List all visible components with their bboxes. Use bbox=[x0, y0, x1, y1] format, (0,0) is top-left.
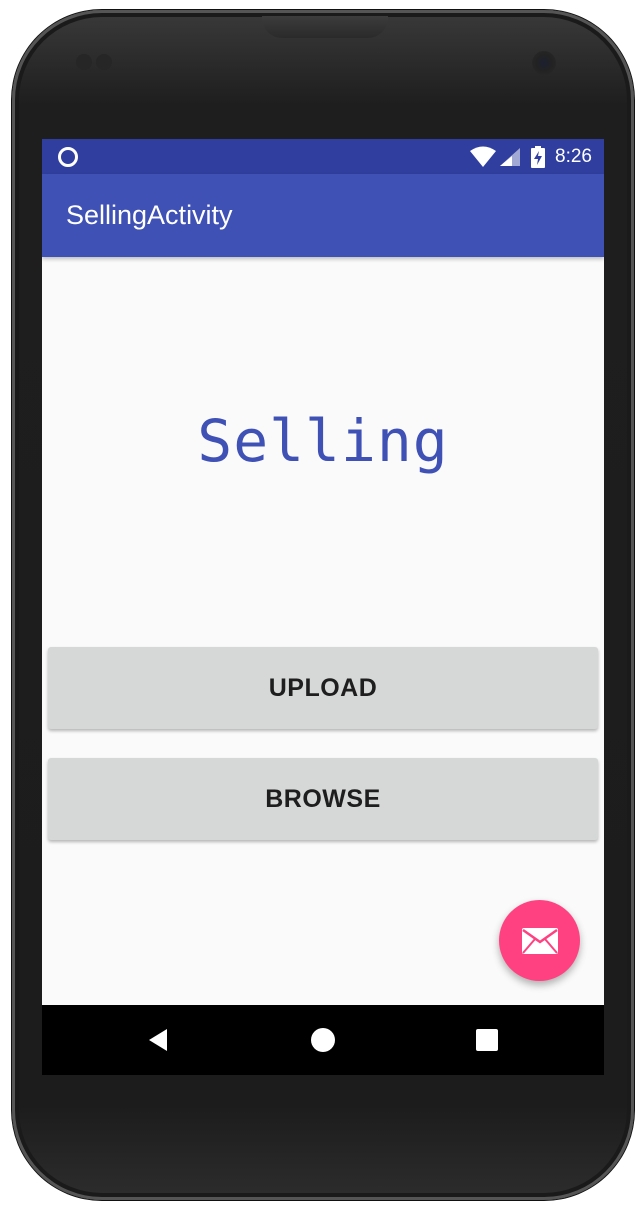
home-icon bbox=[311, 1028, 335, 1052]
status-time: 8:26 bbox=[555, 145, 592, 167]
signal-icon bbox=[500, 147, 521, 166]
front-camera bbox=[532, 51, 556, 75]
battery-charging-icon bbox=[531, 145, 546, 168]
recents-icon bbox=[476, 1029, 498, 1051]
app-title: SellingActivity bbox=[66, 200, 233, 230]
screen: 8:26 SellingActivity Selling UPLOAD BROW… bbox=[42, 139, 604, 1075]
recents-button[interactable] bbox=[447, 1005, 527, 1075]
notification-ring-icon bbox=[58, 147, 78, 167]
back-icon bbox=[149, 1029, 167, 1051]
status-bar: 8:26 bbox=[42, 139, 604, 174]
status-icons: 8:26 bbox=[469, 139, 592, 174]
email-fab[interactable] bbox=[499, 900, 580, 981]
home-button[interactable] bbox=[283, 1005, 363, 1075]
upload-button[interactable]: UPLOAD bbox=[48, 647, 598, 729]
email-icon bbox=[521, 927, 558, 954]
selling-headline: Selling bbox=[197, 407, 449, 475]
proximity-sensor bbox=[76, 54, 116, 72]
app-bar: SellingActivity bbox=[42, 174, 604, 257]
earpiece-speaker bbox=[262, 16, 388, 38]
wifi-icon bbox=[470, 146, 497, 167]
navigation-bar bbox=[42, 1005, 604, 1075]
back-button[interactable] bbox=[118, 1005, 198, 1075]
browse-button[interactable]: BROWSE bbox=[48, 758, 598, 840]
